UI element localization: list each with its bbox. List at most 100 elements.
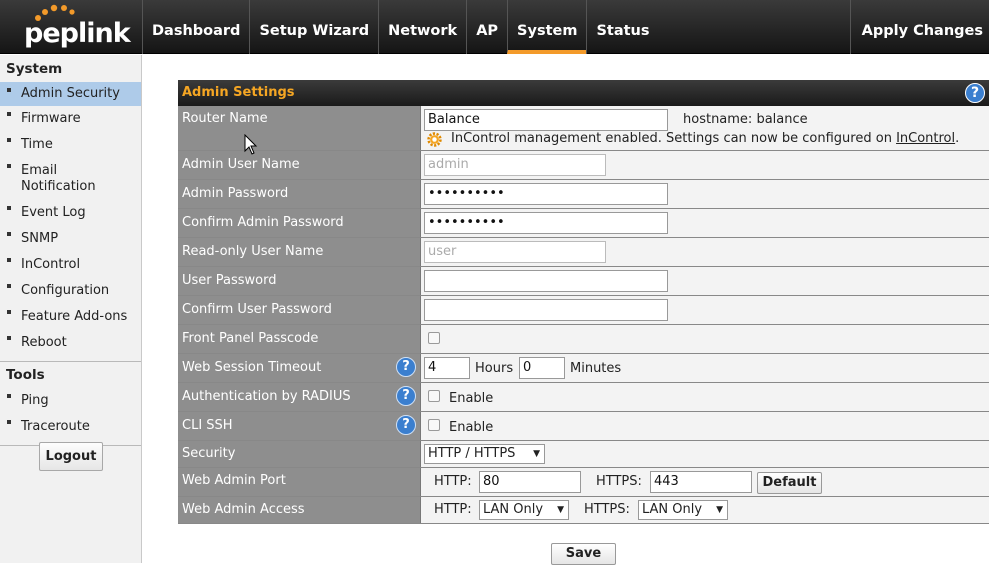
admin-user-value-cell: admin — [421, 151, 989, 179]
front-panel-checkbox[interactable] — [428, 332, 440, 344]
confirm-admin-password-label: Confirm Admin Password — [178, 209, 421, 237]
nav-dashboard[interactable]: Dashboard — [142, 0, 249, 54]
session-timeout-row: Web Session Timeout ? 4 Hours 0 Minutes — [178, 354, 989, 383]
confirm-user-password-value-cell — [421, 296, 989, 324]
gear-icon — [427, 132, 442, 147]
cli-ssh-value-cell: Enable — [421, 412, 989, 440]
sidebar-item-ping[interactable]: Ping — [0, 388, 141, 414]
sidebar-item-time[interactable]: Time — [0, 132, 141, 158]
apply-changes-button[interactable]: Apply Changes — [849, 0, 989, 54]
sidebar-item-admin-security[interactable]: Admin Security — [0, 82, 141, 106]
user-password-label: User Password — [178, 267, 421, 295]
confirm-user-password-input[interactable] — [424, 299, 668, 321]
logo-text: peplink — [24, 18, 131, 49]
dropdown-arrow-icon: ▼ — [716, 505, 723, 515]
admin-port-label: Web Admin Port — [178, 468, 421, 496]
cli-ssh-label-cell: CLI SSH ? — [178, 412, 421, 440]
sidebar-item-feature-add-ons[interactable]: Feature Add-ons — [0, 304, 141, 330]
admin-access-label: Web Admin Access — [178, 497, 421, 523]
sidebar: System Admin Security Firmware Time Emai… — [0, 55, 142, 563]
nav-ap[interactable]: AP — [466, 0, 507, 54]
cli-ssh-enable-checkbox[interactable] — [428, 419, 440, 431]
panel-title: Admin Settings — [182, 85, 295, 100]
security-label: Security — [178, 441, 421, 467]
http-access-label: HTTP: — [434, 502, 472, 517]
admin-password-value-cell: •••••••••• — [421, 180, 989, 208]
sidebar-item-reboot[interactable]: Reboot — [0, 330, 141, 356]
security-select-value: HTTP / HTTPS — [428, 446, 516, 461]
sidebar-item-snmp[interactable]: SNMP — [0, 226, 141, 252]
admin-password-row: Admin Password •••••••••• — [178, 180, 989, 209]
https-access-select[interactable]: LAN Only ▼ — [638, 500, 728, 520]
help-icon[interactable]: ? — [965, 83, 985, 103]
readonly-user-value-cell: user — [421, 238, 989, 266]
http-port-label: HTTP: — [434, 474, 472, 489]
nav-network[interactable]: Network — [378, 0, 466, 54]
user-password-value-cell — [421, 267, 989, 295]
hours-input[interactable]: 4 — [424, 357, 470, 379]
front-panel-row: Front Panel Passcode — [178, 325, 989, 354]
nav-setup-wizard[interactable]: Setup Wizard — [249, 0, 378, 54]
router-name-row: Router Name Balance hostname: balance In… — [178, 106, 989, 151]
sidebar-item-traceroute[interactable]: Traceroute — [0, 414, 141, 440]
confirm-user-password-row: Confirm User Password — [178, 296, 989, 325]
help-icon[interactable]: ? — [396, 386, 416, 406]
nav-system[interactable]: System — [507, 0, 587, 54]
confirm-user-password-label: Confirm User Password — [178, 296, 421, 324]
session-timeout-label: Web Session Timeout — [182, 360, 322, 375]
confirm-admin-password-input[interactable]: •••••••••• — [424, 212, 668, 234]
sidebar-item-email-notification[interactable]: Email Notification — [0, 158, 141, 200]
sidebar-item-firmware[interactable]: Firmware — [0, 106, 141, 132]
help-icon[interactable]: ? — [396, 357, 416, 377]
minutes-label: Minutes — [570, 361, 622, 376]
user-password-input[interactable] — [424, 270, 668, 292]
security-select[interactable]: HTTP / HTTPS ▼ — [424, 444, 545, 464]
admin-access-row: Web Admin Access HTTP: LAN Only ▼ HTTPS:… — [178, 497, 989, 524]
cli-ssh-label: CLI SSH — [182, 418, 233, 433]
https-port-label: HTTPS: — [596, 474, 642, 489]
admin-settings-panel: Admin Settings ? Router Name Balance hos… — [178, 80, 989, 524]
readonly-user-input[interactable]: user — [424, 241, 606, 263]
radius-enable-checkbox[interactable] — [428, 390, 440, 402]
admin-access-value-cell: HTTP: LAN Only ▼ HTTPS: LAN Only ▼ — [421, 497, 989, 523]
readonly-user-row: Read-only User Name user — [178, 238, 989, 267]
hours-label: Hours — [475, 361, 514, 376]
router-name-value-cell: Balance hostname: balance InControl mana… — [421, 106, 989, 150]
http-port-input[interactable]: 80 — [479, 471, 581, 493]
sidebar-heading-tools: Tools — [6, 367, 45, 383]
confirm-admin-password-row: Confirm Admin Password •••••••••• — [178, 209, 989, 238]
admin-user-input[interactable]: admin — [424, 154, 606, 176]
https-access-value: LAN Only — [642, 502, 703, 517]
nav-status[interactable]: Status — [586, 0, 658, 54]
incontrol-notice-text: InControl management enabled. Settings c… — [451, 131, 897, 146]
incontrol-link[interactable]: InControl — [896, 131, 955, 146]
sidebar-heading-system: System — [6, 61, 63, 77]
admin-port-row: Web Admin Port HTTP: 80 HTTPS: 443 Defau… — [178, 468, 989, 497]
radius-value-cell: Enable — [421, 383, 989, 411]
sidebar-item-event-log[interactable]: Event Log — [0, 200, 141, 226]
http-access-select[interactable]: LAN Only ▼ — [479, 500, 569, 520]
main-nav: Dashboard Setup Wizard Network AP System… — [142, 0, 659, 54]
confirm-admin-password-value-cell: •••••••••• — [421, 209, 989, 237]
front-panel-label: Front Panel Passcode — [178, 325, 421, 353]
sidebar-item-configuration[interactable]: Configuration — [0, 278, 141, 304]
admin-port-value-cell: HTTP: 80 HTTPS: 443 Default — [421, 468, 989, 496]
router-name-input[interactable]: Balance — [424, 109, 668, 131]
minutes-input[interactable]: 0 — [519, 357, 565, 379]
radius-enable-label: Enable — [449, 391, 494, 406]
logout-button[interactable]: Logout — [39, 442, 103, 471]
admin-password-input[interactable]: •••••••••• — [424, 183, 668, 205]
admin-user-label: Admin User Name — [178, 151, 421, 179]
https-port-input[interactable]: 443 — [650, 471, 752, 493]
admin-password-label: Admin Password — [178, 180, 421, 208]
cli-ssh-row: CLI SSH ? Enable — [178, 412, 989, 441]
help-icon[interactable]: ? — [396, 415, 416, 435]
save-button[interactable]: Save — [551, 543, 616, 565]
default-port-button[interactable]: Default — [757, 472, 822, 494]
peplink-logo[interactable]: peplink — [22, 4, 131, 50]
incontrol-notice: InControl management enabled. Settings c… — [451, 131, 959, 146]
mouse-cursor-icon — [244, 134, 258, 155]
dropdown-arrow-icon: ▼ — [557, 505, 564, 515]
session-timeout-value-cell: 4 Hours 0 Minutes — [421, 354, 989, 382]
sidebar-item-incontrol[interactable]: InControl — [0, 252, 141, 278]
